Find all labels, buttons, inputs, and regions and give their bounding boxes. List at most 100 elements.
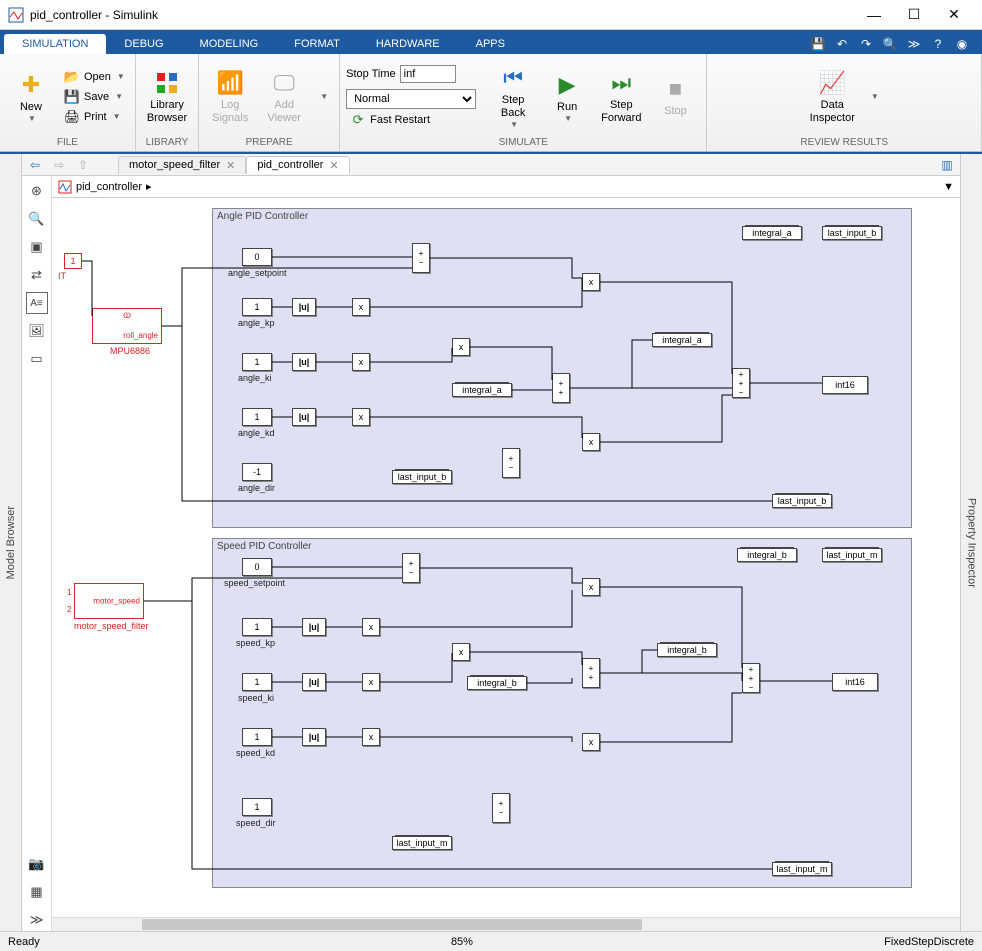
sum-block[interactable]: ++− (732, 368, 750, 398)
sum-block[interactable]: +− (402, 553, 420, 583)
ribbon-tab-modeling[interactable]: MODELING (182, 34, 277, 54)
abs-block[interactable]: |u| (292, 408, 316, 426)
sum-block[interactable]: +− (412, 243, 430, 273)
ribbon-tab-hardware[interactable]: HARDWARE (358, 34, 458, 54)
step-back-button[interactable]: ⏮ Step Back▼ (488, 61, 538, 132)
product-block[interactable]: x (582, 733, 600, 751)
chevron-down-icon[interactable]: ▼ (943, 181, 954, 193)
nav-fwd-button[interactable]: ⇨ (50, 156, 68, 174)
fit-button[interactable]: ▣ (26, 236, 48, 258)
product-block[interactable]: x (582, 273, 600, 291)
angle-setpoint-const[interactable]: 0 (242, 248, 272, 266)
image-button[interactable]: 🖼 (26, 320, 48, 342)
stop-sim-button[interactable]: ■ Stop (650, 72, 700, 121)
angle-kd-const[interactable]: 1 (242, 408, 272, 426)
area-angle-pid[interactable]: Angle PID Controller (212, 208, 912, 528)
run-button[interactable]: ▶ Run▼ (542, 68, 592, 126)
dsw-last-input-m[interactable]: last_input_m (772, 862, 832, 876)
speed-ki-const[interactable]: 1 (242, 673, 272, 691)
fast-restart-button[interactable]: ⟳Fast Restart (346, 111, 476, 129)
minimize-button[interactable]: — (854, 1, 894, 29)
abs-block[interactable]: |u| (302, 673, 326, 691)
prepare-more-button[interactable]: ▼ (313, 89, 333, 104)
dsw-last-input-b[interactable]: last_input_b (772, 494, 832, 508)
library-browser-button[interactable]: Library Browser (142, 66, 192, 128)
save-button[interactable]: 💾Save▼ (60, 88, 129, 106)
dsr-integral-b[interactable]: integral_b (467, 676, 527, 690)
ribbon-tab-apps[interactable]: APPS (458, 34, 523, 54)
panels-icon[interactable]: ▥ (938, 156, 956, 174)
open-button[interactable]: 📂Open▼ (60, 68, 129, 86)
dsr-integral-a[interactable]: integral_a (452, 383, 512, 397)
redo-icon[interactable]: ↷ (856, 34, 876, 54)
annotate-button[interactable]: A≡ (26, 292, 48, 314)
zoom-button[interactable]: 🔍 (26, 208, 48, 230)
angle-kp-const[interactable]: 1 (242, 298, 272, 316)
sum-block[interactable]: +− (492, 793, 510, 823)
ds-decl-last-input-m[interactable]: last_input_m (822, 548, 882, 562)
status-solver[interactable]: FixedStepDiscrete (884, 936, 974, 948)
mpu6886-block[interactable]: roll_angleⲰ (92, 308, 162, 344)
data-inspector-button[interactable]: 📈 Data Inspector (805, 66, 860, 128)
product-block[interactable]: x (352, 408, 370, 426)
breadcrumb[interactable]: pid_controller▸ ▼ (52, 176, 960, 198)
new-button[interactable]: ✚ New ▼ (6, 68, 56, 126)
product-block[interactable]: x (362, 618, 380, 636)
product-block[interactable]: x (452, 338, 470, 356)
sum-block[interactable]: +− (502, 448, 520, 478)
property-inspector-strip[interactable]: Property Inspector (960, 154, 982, 931)
expand-icon[interactable]: ◉ (952, 34, 972, 54)
ds-decl-integral-a[interactable]: integral_a (742, 226, 802, 240)
angle-ki-const[interactable]: 1 (242, 353, 272, 371)
step-forward-button[interactable]: ⏭ Step Forward (596, 66, 646, 128)
product-block[interactable]: x (582, 433, 600, 451)
sum-block[interactable]: ++− (742, 663, 760, 693)
dsr-last-input-b[interactable]: last_input_b (392, 470, 452, 484)
maximize-button[interactable]: ☐ (894, 1, 934, 29)
help-icon[interactable]: ? (928, 34, 948, 54)
product-block[interactable]: x (352, 298, 370, 316)
speed-kp-const[interactable]: 1 (242, 618, 272, 636)
undo-icon[interactable]: ↶ (832, 34, 852, 54)
dsr-last-input-m[interactable]: last_input_m (392, 836, 452, 850)
hscrollbar[interactable] (52, 917, 960, 931)
simulink-canvas[interactable]: Angle PID Controller Speed PID Controlle… (52, 198, 960, 917)
sum-block[interactable]: ++ (582, 658, 600, 688)
angle-dir-const[interactable]: -1 (242, 463, 272, 481)
int16-block[interactable]: int16 (832, 673, 878, 691)
search-icon[interactable]: 🔍 (880, 34, 900, 54)
sum-block[interactable]: ++ (552, 373, 570, 403)
ds-decl-last-input-b[interactable]: last_input_b (822, 226, 882, 240)
add-viewer-button[interactable]: 🖵 Add Viewer (259, 66, 309, 128)
print-button[interactable]: 🖨Print▼ (60, 108, 129, 126)
dsw-integral-a[interactable]: integral_a (652, 333, 712, 347)
expand-palette-button[interactable]: ≫ (26, 909, 48, 931)
log-signals-button[interactable]: 📶 Log Signals (205, 66, 255, 128)
abs-block[interactable]: |u| (292, 353, 316, 371)
product-block[interactable]: x (352, 353, 370, 371)
toggle-button[interactable]: ⇄ (26, 264, 48, 286)
close-icon[interactable]: ✕ (226, 159, 235, 172)
nav-back-button[interactable]: ⇦ (26, 156, 44, 174)
status-zoom[interactable]: 85% (40, 936, 884, 948)
close-button[interactable]: ✕ (934, 1, 974, 29)
record-icon[interactable]: ▦ (26, 881, 48, 903)
product-block[interactable]: x (362, 728, 380, 746)
review-more-button[interactable]: ▼ (864, 89, 884, 104)
inport-1[interactable]: 1 (64, 253, 82, 269)
explorer-button[interactable]: ⊛ (26, 180, 48, 202)
more-icon[interactable]: ≫ (904, 34, 924, 54)
ds-decl-integral-b[interactable]: integral_b (737, 548, 797, 562)
speed-setpoint-const[interactable]: 0 (242, 558, 272, 576)
block-button[interactable]: ▭ (26, 348, 48, 370)
editor-tab-motor-speed-filter[interactable]: motor_speed_filter✕ (118, 156, 246, 174)
ribbon-tab-debug[interactable]: DEBUG (106, 34, 181, 54)
dsw-integral-b[interactable]: integral_b (657, 643, 717, 657)
area-speed-pid[interactable]: Speed PID Controller (212, 538, 912, 888)
model-browser-strip[interactable]: Model Browser (0, 154, 22, 931)
ribbon-tab-format[interactable]: FORMAT (276, 34, 358, 54)
ribbon-tab-simulation[interactable]: SIMULATION (4, 34, 106, 54)
speed-kd-const[interactable]: 1 (242, 728, 272, 746)
save-icon[interactable]: 💾 (808, 34, 828, 54)
abs-block[interactable]: |u| (302, 618, 326, 636)
